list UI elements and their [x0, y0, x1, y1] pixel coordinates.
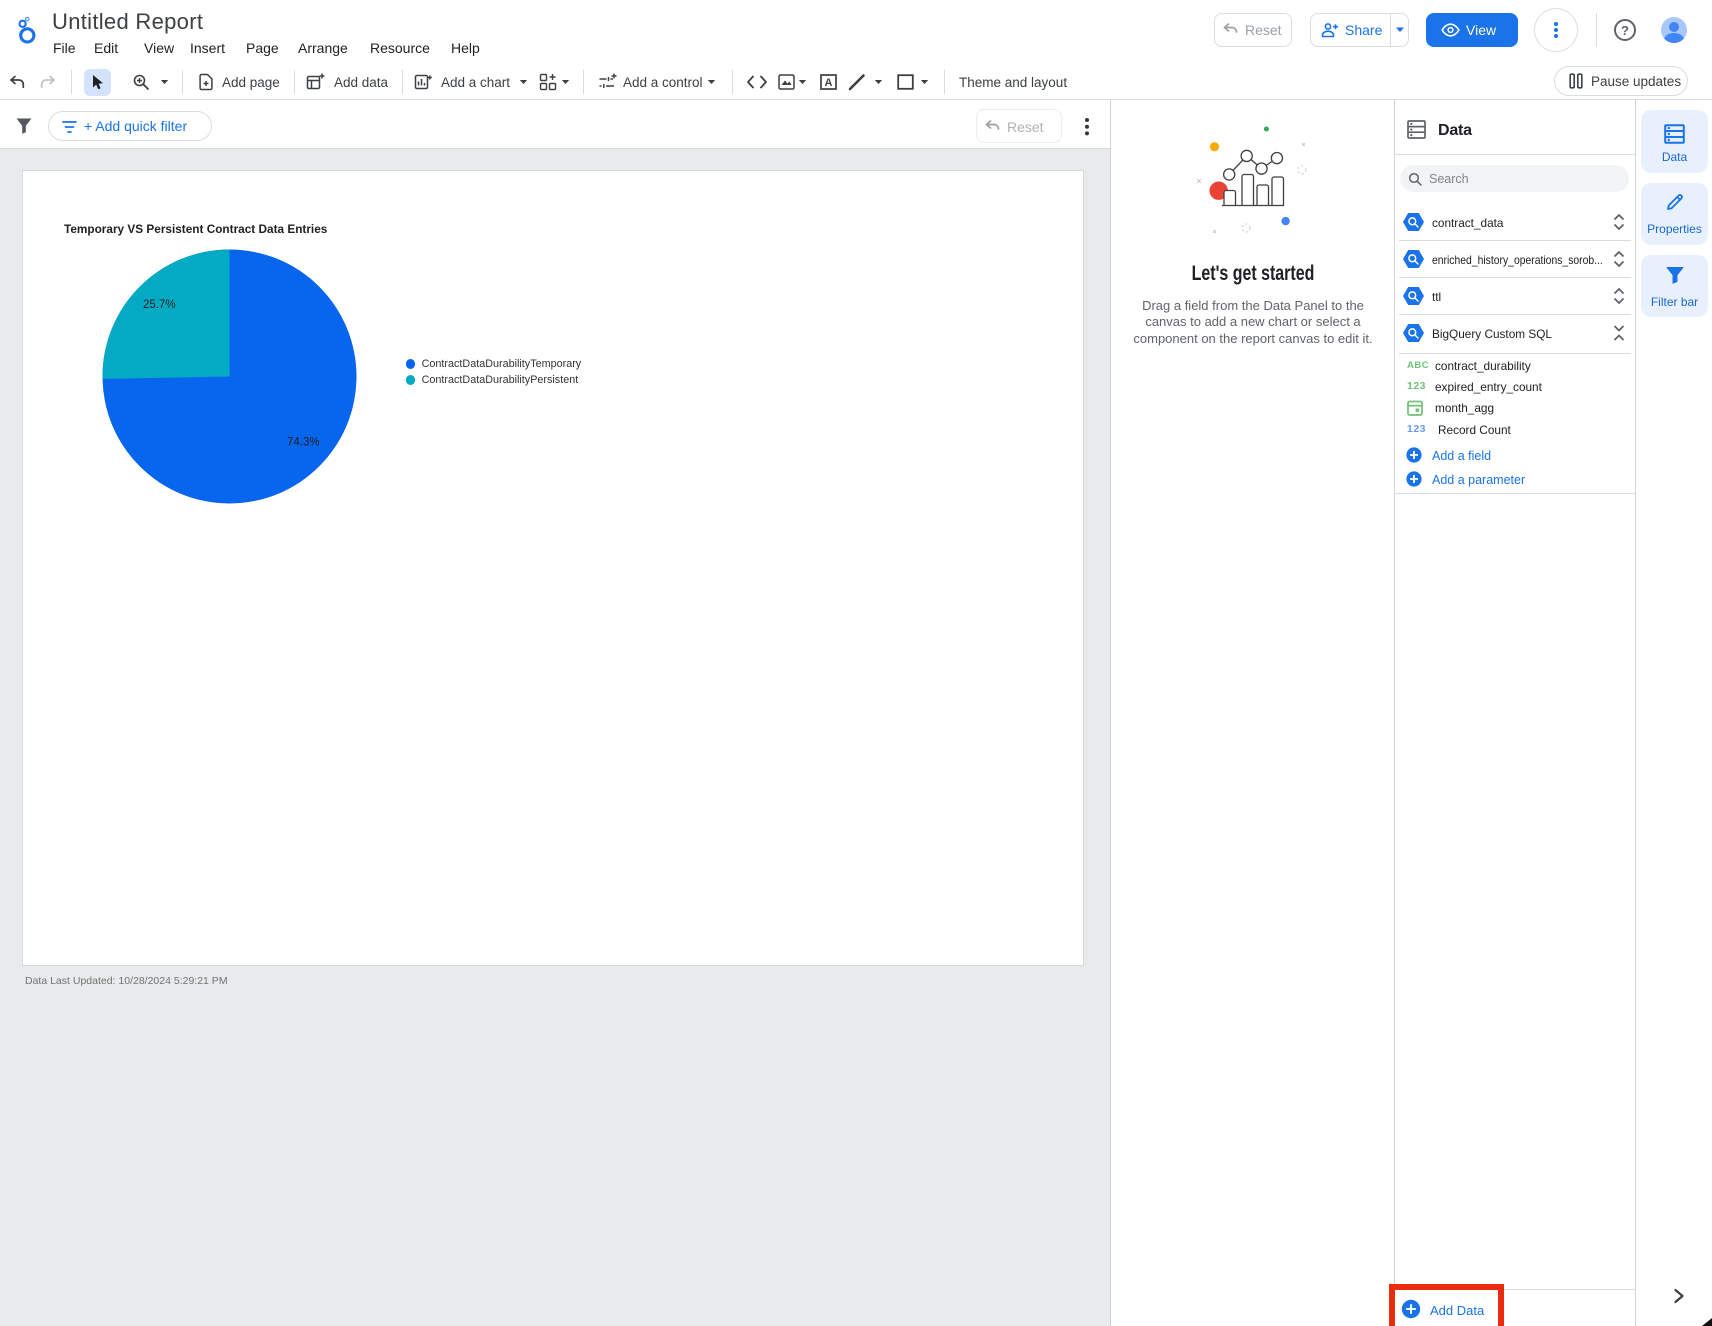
svg-text:74.3%: 74.3% — [287, 437, 320, 449]
svg-text:A: A — [825, 77, 833, 89]
svg-text:25.7%: 25.7% — [143, 299, 176, 311]
